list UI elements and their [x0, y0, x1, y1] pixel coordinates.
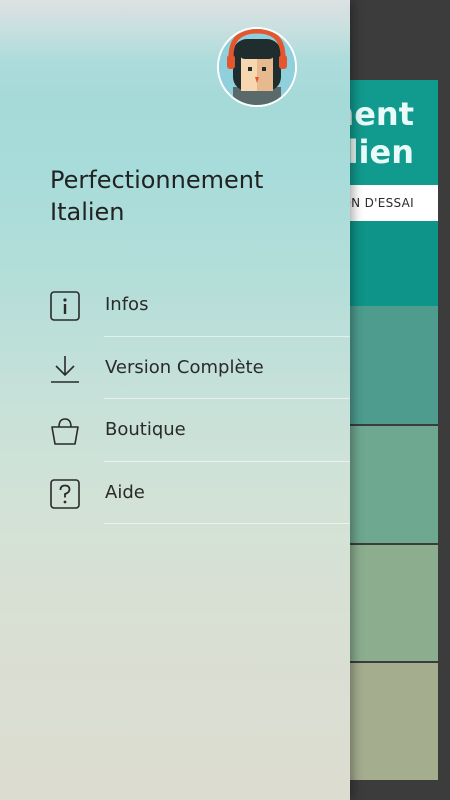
menu-item-label: Aide	[105, 481, 145, 503]
menu-item-aide[interactable]: Aide	[0, 462, 350, 524]
help-icon	[49, 478, 81, 510]
download-icon	[49, 353, 81, 385]
shopping-basket-icon	[49, 415, 81, 447]
menu-item-label: Version Complète	[105, 356, 264, 378]
menu-item-label: Boutique	[105, 419, 186, 440]
drawer-menu: Infos Version Complète Boutique Aide	[0, 274, 350, 524]
menu-item-infos[interactable]: Infos	[0, 274, 350, 337]
trial-banner-label: ON D'ESSAI	[341, 196, 414, 210]
menu-item-boutique[interactable]: Boutique	[0, 399, 350, 462]
character-avatar-icon[interactable]	[217, 27, 297, 107]
menu-item-label: Infos	[105, 294, 149, 315]
menu-item-version-complete[interactable]: Version Complète	[0, 337, 350, 399]
menu-divider	[104, 523, 350, 524]
navigation-drawer: Perfectionnement Italien Infos Version C…	[0, 0, 350, 800]
info-icon	[49, 290, 81, 322]
app-title: Perfectionnement Italien	[50, 166, 264, 226]
drawer-header-haze	[0, 0, 350, 60]
